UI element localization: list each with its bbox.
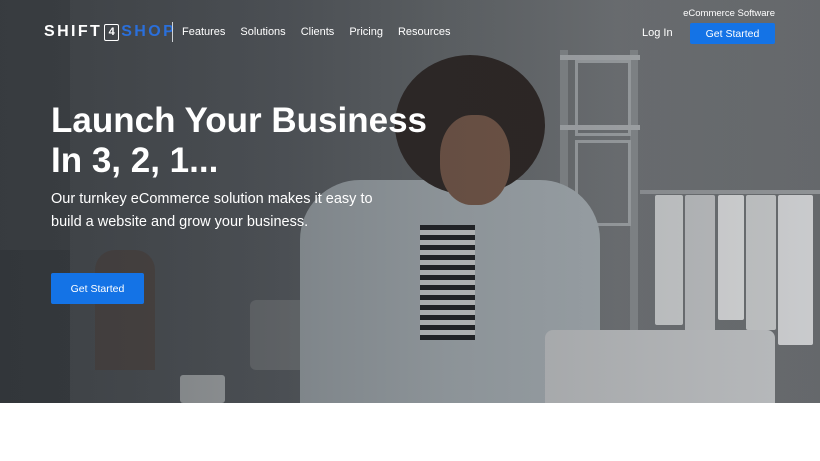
subtext-line-2: build a website and grow your business. bbox=[51, 214, 309, 230]
shift4shop-logo[interactable]: SHIFT 4 SHOP bbox=[44, 23, 176, 41]
logo-number: 4 bbox=[104, 24, 120, 41]
header-tagline: eCommerce Software bbox=[683, 8, 775, 19]
hero-headline: Launch Your Business In 3, 2, 1... bbox=[51, 101, 451, 181]
main-menu: Features Solutions Clients Pricing Resou… bbox=[182, 26, 451, 38]
menu-item-features[interactable]: Features bbox=[182, 26, 225, 38]
headline-line-1: Launch Your Business bbox=[51, 101, 428, 140]
menu-item-resources[interactable]: Resources bbox=[398, 26, 451, 38]
logo-divider bbox=[172, 22, 173, 42]
hero-section: SHIFT 4 SHOP Features Solutions Clients Pr… bbox=[0, 0, 820, 403]
headline-line-2: In 3, 2, 1... bbox=[51, 141, 219, 180]
hero-get-started-button[interactable]: Get Started bbox=[51, 273, 144, 304]
menu-item-pricing[interactable]: Pricing bbox=[349, 26, 383, 38]
subtext-line-1: Our turnkey eCommerce solution makes it … bbox=[51, 191, 373, 207]
menu-item-clients[interactable]: Clients bbox=[301, 26, 335, 38]
logo-text-right: SHOP bbox=[121, 23, 177, 40]
logo-text-left: SHIFT bbox=[44, 23, 103, 40]
menu-item-solutions[interactable]: Solutions bbox=[240, 26, 285, 38]
login-link[interactable]: Log In bbox=[642, 27, 673, 39]
hero-subtext: Our turnkey eCommerce solution makes it … bbox=[51, 188, 391, 234]
header-get-started-button[interactable]: Get Started bbox=[690, 23, 775, 44]
below-hero-section bbox=[0, 403, 820, 461]
top-navigation: SHIFT 4 SHOP Features Solutions Clients Pr… bbox=[0, 0, 820, 60]
